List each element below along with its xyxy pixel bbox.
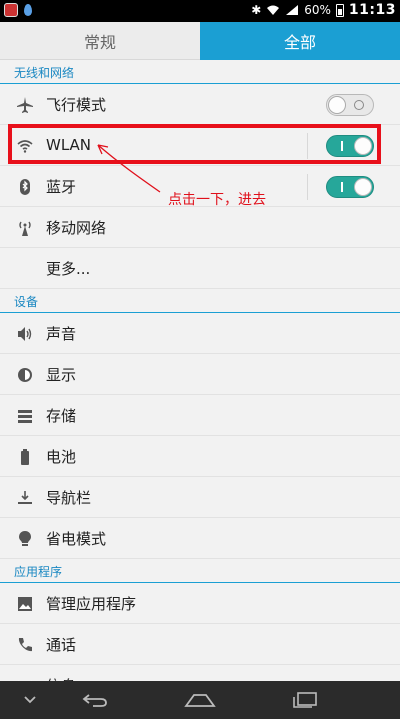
home-button[interactable] xyxy=(175,681,225,719)
system-nav-bar xyxy=(0,681,400,719)
annotation-arrow-icon xyxy=(97,144,161,193)
back-icon xyxy=(82,694,107,707)
annotation-text: 点击一下，进去 xyxy=(168,192,266,208)
back-button[interactable] xyxy=(70,681,120,719)
recent-apps-icon xyxy=(293,692,317,708)
collapse-button[interactable] xyxy=(10,681,50,719)
home-icon xyxy=(184,694,216,707)
chevron-down-icon xyxy=(24,696,36,704)
recent-apps-button[interactable] xyxy=(280,681,330,719)
